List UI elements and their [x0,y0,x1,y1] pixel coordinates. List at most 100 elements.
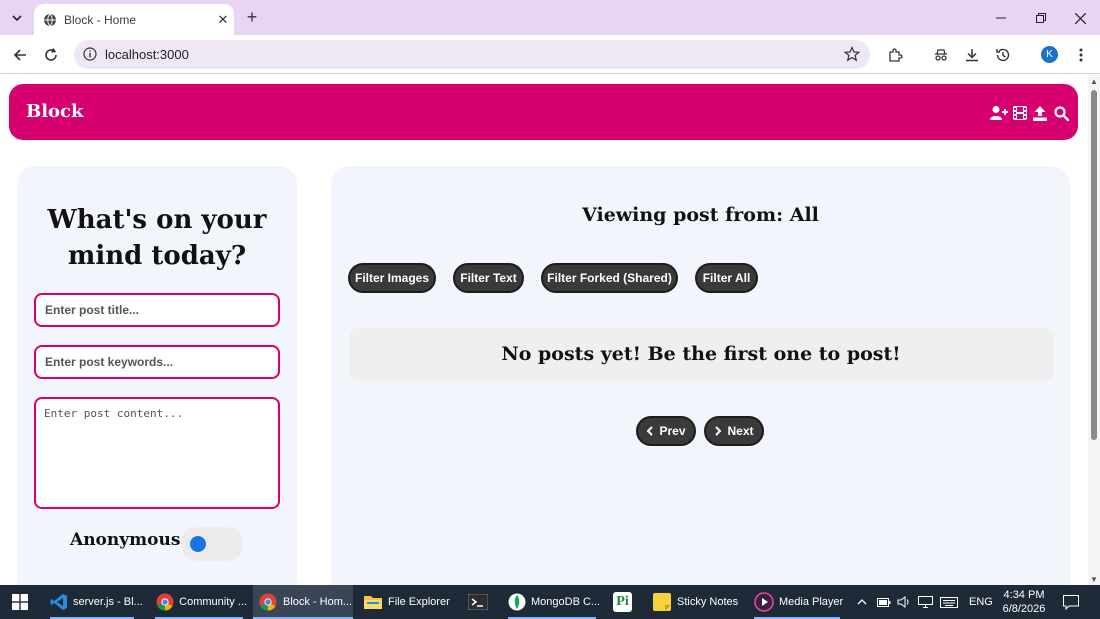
battery-icon [877,597,891,607]
pi-icon: Pi [613,592,632,612]
taskbar-app-chrome-community[interactable]: Community ... [155,585,247,619]
url-text: localhost:3000 [105,47,189,62]
next-page-button[interactable]: Next [704,416,764,446]
taskbar-app-chrome-block[interactable]: Block - Hom... [253,585,353,619]
language-indicator[interactable]: ENG [969,585,993,619]
anonymous-label: Anonymous: [70,530,187,550]
search-icon [1053,105,1069,121]
taskbar-app-file-explorer[interactable]: File Explorer [363,585,453,619]
scroll-up-icon[interactable]: ▲ [1090,77,1098,86]
reload-button[interactable] [40,44,62,66]
windows-logo-icon [12,594,28,610]
keyboard-indicator[interactable] [940,585,958,619]
taskbar-app-sticky-notes[interactable]: Sticky Notes [652,585,744,619]
empty-feed-message: No posts yet! Be the first one to post! [501,343,901,365]
back-button[interactable] [9,44,31,66]
chevron-up-icon [857,599,867,605]
info-icon[interactable] [83,47,97,61]
browser-tab-bar: Block - Home ✕ + [0,0,1100,35]
scroll-down-icon[interactable]: ▼ [1090,575,1098,584]
battery-indicator[interactable] [877,585,891,619]
chevron-left-icon [647,426,654,436]
filter-forked-button[interactable]: Filter Forked (Shared) [541,263,678,293]
speaker-icon [897,596,909,608]
site-brand[interactable]: Block [26,101,84,122]
taskbar-app-mongodb[interactable]: MongoDB C... [508,585,600,619]
scrollbar-thumb[interactable] [1091,90,1097,440]
new-tab-button[interactable]: + [242,8,262,28]
globe-icon [44,13,56,26]
browser-tab-active[interactable]: Block - Home ✕ [34,4,234,35]
tab-search-button[interactable] [6,7,28,29]
chevron-right-icon [715,426,722,436]
tab-close-icon[interactable]: ✕ [212,12,234,28]
tray-overflow-button[interactable] [857,585,867,619]
windows-taskbar: server.js - Bl... Community ... Block - … [0,585,1100,619]
toggle-knob [190,536,206,552]
taskbar-app-pi[interactable]: Pi [613,585,637,619]
minimize-icon [996,17,1006,19]
clock-date: 6/8/2026 [1002,603,1046,615]
restore-button[interactable] [1026,8,1056,28]
taskbar-app-terminal[interactable] [468,585,492,619]
add-user-button[interactable] [990,104,1008,122]
page-scrollbar[interactable]: ▲ ▼ [1088,75,1100,585]
downloads-button[interactable] [962,45,982,65]
history-icon [996,48,1010,62]
extensions-button[interactable] [885,45,905,65]
upload-button[interactable] [1031,104,1049,122]
minimize-button[interactable] [986,8,1016,28]
filter-all-button[interactable]: Filter All [695,263,758,293]
chrome-icon [258,592,278,612]
arrow-left-icon [13,49,26,61]
web-page: Block What's on your mind today? Anonymo… [0,75,1088,585]
browser-menu-button[interactable] [1071,45,1091,65]
post-content-textarea[interactable] [34,397,280,509]
spy-icon [935,49,947,61]
download-icon [966,49,978,62]
post-title-input[interactable] [34,293,280,327]
feed-panel: Viewing post from: All Filter Images Fil… [331,166,1070,585]
notification-icon [1063,594,1079,610]
post-composer-panel: What's on your mind today? Anonymous: [17,166,297,585]
network-indicator[interactable] [918,585,933,619]
folder-icon [363,592,383,612]
vscode-icon [50,592,68,612]
incognito-button[interactable] [931,45,951,65]
search-button[interactable] [1052,104,1070,122]
taskbar-app-media-player[interactable]: Media Player [754,585,844,619]
site-header: Block [9,84,1078,140]
filter-text-button[interactable]: Filter Text [453,263,524,293]
chrome-icon [155,592,174,612]
composer-heading: What's on your mind today? [47,205,267,271]
notification-center-button[interactable] [1063,585,1079,619]
start-button[interactable] [12,585,28,619]
feed-heading: Viewing post from: All [582,204,819,226]
next-label: Next [727,424,754,438]
taskbar-clock[interactable]: 4:34 PM 6/8/2026 [998,588,1050,616]
tab-title: Block - Home [64,12,137,27]
film-icon [1013,106,1027,120]
anonymous-toggle[interactable] [181,527,243,561]
network-icon [918,596,933,608]
media-player-icon [754,592,774,612]
add-user-icon [990,106,1008,120]
empty-feed-box: No posts yet! Be the first one to post! [349,328,1053,381]
post-keywords-input[interactable] [34,345,280,379]
upload-icon [1033,105,1047,121]
address-bar[interactable]: localhost:3000 [74,40,870,69]
clock-time: 4:34 PM [1003,589,1045,601]
reload-icon [45,48,57,61]
close-window-button[interactable] [1065,8,1095,28]
profile-avatar[interactable]: K [1041,46,1058,63]
bookmark-star-icon[interactable] [844,46,860,62]
browser-toolbar: localhost:3000 [0,35,1100,74]
taskbar-app-vscode[interactable]: server.js - Bl... [50,585,143,619]
filter-images-button[interactable]: Filter Images [348,263,436,293]
volume-control[interactable] [897,585,911,619]
prev-page-button[interactable]: Prev [636,416,696,446]
history-button[interactable] [993,45,1013,65]
film-button[interactable] [1011,104,1029,122]
restore-icon [1036,13,1046,23]
more-vertical-icon [1079,48,1083,62]
